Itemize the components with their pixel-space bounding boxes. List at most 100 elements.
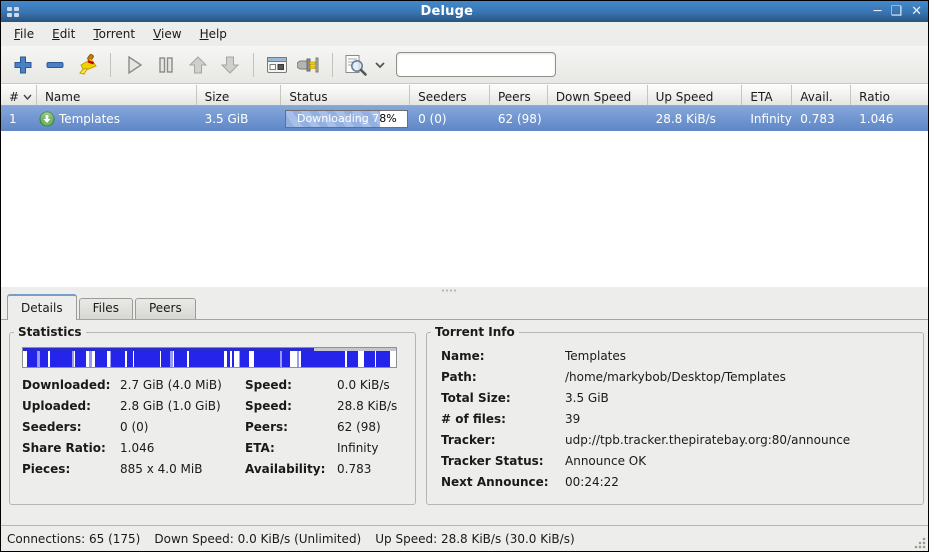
statistics-grid: Downloaded:2.7 GiB (4.0 MiB)Speed:0.0 Ki… xyxy=(10,374,415,476)
statusbar: Connections: 65 (175) Down Speed: 0.0 Ki… xyxy=(1,525,928,551)
splitter-grip-icon xyxy=(441,289,457,292)
info-label: Tracker Status: xyxy=(441,454,565,468)
stat-label: Speed: xyxy=(245,399,337,413)
downloading-status-icon xyxy=(39,111,55,127)
menubar: File Edit Torrent View Help xyxy=(1,22,928,46)
arrow-down-icon xyxy=(219,54,241,76)
clear-finished-button[interactable] xyxy=(71,50,103,80)
column-header-seeders[interactable]: Seeders xyxy=(410,85,490,105)
stat-label: Availability: xyxy=(245,462,337,476)
search-input[interactable] xyxy=(396,52,556,77)
arrow-up-icon xyxy=(187,54,209,76)
torrent-info-title: Torrent Info xyxy=(431,325,519,339)
queue-down-button[interactable] xyxy=(214,50,246,80)
torrent-peers: 62 (98) xyxy=(490,112,548,126)
toolbar-separator xyxy=(332,53,333,77)
details-pane: Statistics Downloaded:2.7 GiB (4.0 MiB)S… xyxy=(1,320,928,512)
plus-icon xyxy=(12,54,34,76)
stat-label: Share Ratio: xyxy=(22,441,120,455)
menu-help[interactable]: Help xyxy=(191,24,236,44)
search-dropdown-chevron-icon[interactable] xyxy=(374,58,386,72)
column-header-eta[interactable]: ETA xyxy=(742,85,792,105)
stat-label: ETA: xyxy=(245,441,337,455)
column-header-down-speed[interactable]: Down Speed xyxy=(548,85,648,105)
tab-details[interactable]: Details xyxy=(7,294,77,320)
info-label: # of files: xyxy=(441,412,565,426)
close-icon[interactable]: ✕ xyxy=(911,4,922,19)
stat-value: 28.8 KiB/s xyxy=(337,399,415,413)
pause-icon xyxy=(155,54,177,76)
add-torrent-button[interactable] xyxy=(7,50,39,80)
column-header-up-speed[interactable]: Up Speed xyxy=(648,85,743,105)
minus-icon xyxy=(44,54,66,76)
column-header-size[interactable]: Size xyxy=(197,85,282,105)
pieces-bar-stripes xyxy=(23,351,396,367)
torrent-status-cell: Downloading 78% Downloading 78% xyxy=(281,110,410,128)
torrent-row-selected[interactable]: 1 Templates 3.5 GiB Downloading 78% Down… xyxy=(1,106,928,131)
titlebar[interactable]: Deluge ─ ❑ ✕ xyxy=(1,1,928,22)
torrent-eta: Infinity xyxy=(742,112,792,126)
resize-grip-icon[interactable] xyxy=(913,536,926,549)
pane-splitter[interactable] xyxy=(1,287,928,294)
broom-icon xyxy=(75,53,99,77)
stat-label: Pieces: xyxy=(22,462,120,476)
info-label: Tracker: xyxy=(441,433,565,447)
resume-button[interactable] xyxy=(118,50,150,80)
pause-button[interactable] xyxy=(150,50,182,80)
column-header-peers[interactable]: Peers xyxy=(490,85,548,105)
preferences-button[interactable] xyxy=(261,50,293,80)
info-value: 3.5 GiB xyxy=(565,391,923,405)
stat-value: 2.8 GiB (1.0 GiB) xyxy=(120,399,245,413)
column-header-number[interactable]: # xyxy=(1,85,37,105)
info-label: Total Size: xyxy=(441,391,565,405)
status-progress-fill: Downloading 78% xyxy=(286,111,380,127)
sort-descending-icon xyxy=(23,94,32,100)
torrent-list-header: # Name Size Status Seeders Peers Down Sp… xyxy=(1,84,928,106)
tab-files[interactable]: Files xyxy=(79,298,133,319)
queue-up-button[interactable] xyxy=(182,50,214,80)
info-value: 00:24:22 xyxy=(565,475,923,489)
toolbar-separator xyxy=(253,53,254,77)
stat-value: 0.0 KiB/s xyxy=(337,378,415,392)
torrent-list: 1 Templates 3.5 GiB Downloading 78% Down… xyxy=(1,106,928,287)
stat-label: Uploaded: xyxy=(22,399,120,413)
details-tabbar: Details Files Peers xyxy=(1,294,928,320)
column-header-avail[interactable]: Avail. xyxy=(792,85,851,105)
connection-manager-button[interactable] xyxy=(293,50,325,80)
column-header-ratio[interactable]: Ratio xyxy=(851,85,928,105)
stat-value: 0 (0) xyxy=(120,420,245,434)
menu-edit[interactable]: Edit xyxy=(43,24,84,44)
info-value: udp://tpb.tracker.thepiratebay.org:80/an… xyxy=(565,433,923,447)
column-header-name[interactable]: Name xyxy=(37,85,197,105)
menu-torrent[interactable]: Torrent xyxy=(84,24,144,44)
maximize-icon[interactable]: ❑ xyxy=(890,4,902,19)
window-menu-icon[interactable] xyxy=(7,7,20,17)
info-label: Next Announce: xyxy=(441,475,565,489)
torrent-size: 3.5 GiB xyxy=(197,112,282,126)
stat-value: 62 (98) xyxy=(337,420,415,434)
minimize-icon[interactable]: ─ xyxy=(874,4,882,19)
stat-value: 0.783 xyxy=(337,462,415,476)
toolbar-separator xyxy=(110,53,111,77)
torrent-avail: 0.783 xyxy=(792,112,851,126)
stat-value: 1.046 xyxy=(120,441,245,455)
torrent-info-frame: Torrent Info Name:Templates Path:/home/m… xyxy=(426,325,924,505)
info-label: Name: xyxy=(441,349,565,363)
torrent-seeders: 0 (0) xyxy=(410,112,490,126)
torrent-info-grid: Name:Templates Path:/home/markybob/Deskt… xyxy=(427,339,923,489)
window-title: Deluge xyxy=(20,4,874,19)
column-header-status[interactable]: Status xyxy=(281,85,410,105)
search-button[interactable] xyxy=(340,50,372,80)
search-icon xyxy=(343,53,369,77)
status-progress-bar: Downloading 78% Downloading 78% xyxy=(285,110,408,128)
torrent-name-cell: Templates xyxy=(37,111,197,127)
torrent-id: 1 xyxy=(1,112,37,126)
menu-view[interactable]: View xyxy=(144,24,190,44)
play-icon xyxy=(123,54,145,76)
deluge-window: Deluge ─ ❑ ✕ File Edit Torrent View Help xyxy=(0,0,929,552)
remove-torrent-button[interactable] xyxy=(39,50,71,80)
menu-file[interactable]: File xyxy=(5,24,43,44)
tab-peers[interactable]: Peers xyxy=(135,298,196,319)
status-up-speed: Up Speed: 28.8 KiB/s (30.0 KiB/s) xyxy=(375,532,574,546)
bottom-gap xyxy=(1,512,928,525)
